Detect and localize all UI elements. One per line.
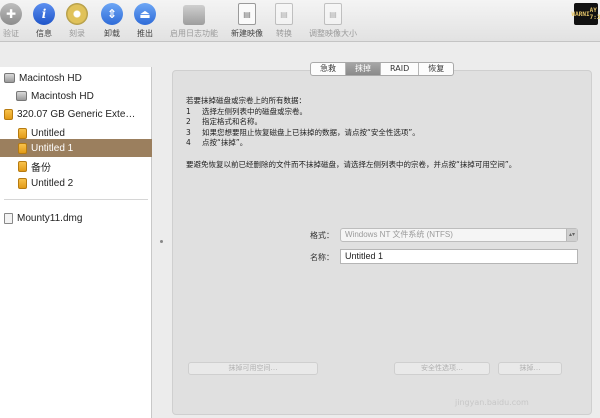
name-field[interactable]: Untitled 1 xyxy=(340,249,578,264)
convert-button[interactable]: ▤ 转换 xyxy=(265,0,303,42)
sidebar-item-mounty-dmg[interactable]: Mounty11.dmg xyxy=(0,209,152,227)
sidebar-item-label: Untitled xyxy=(31,127,65,139)
eject-button[interactable]: ⏏ 推出 xyxy=(126,0,164,42)
name-label: 名称： xyxy=(310,253,334,262)
instruction-step: 2 指定格式和名称。 xyxy=(186,117,566,128)
eject-label: 推出 xyxy=(137,29,153,38)
unmount-icon: ⇕ xyxy=(101,3,123,25)
instruction-step: 1 选择左侧列表中的磁盘或宗卷。 xyxy=(186,107,566,118)
unmount-label: 卸载 xyxy=(104,29,120,38)
log-icon-line-2: AY 7:3 xyxy=(589,7,600,21)
sidebar-item-label: 320.07 GB Generic Exte… xyxy=(17,108,136,120)
microscope-icon: ✚ xyxy=(0,3,22,25)
journal-icon xyxy=(183,5,205,25)
sidebar: Macintosh HD Macintosh HD 320.07 GB Gene… xyxy=(0,67,152,418)
log-icon-line-1: WARNI xyxy=(571,10,590,18)
burn-button[interactable]: 刻录 xyxy=(58,0,96,42)
enable-journaling-button[interactable]: 启用日志功能 xyxy=(170,0,218,42)
burn-label: 刻录 xyxy=(69,29,85,38)
instruction-step: 4 点按“抹掉”。 xyxy=(186,138,566,149)
tab-raid[interactable]: RAID xyxy=(380,63,418,75)
sidebar-item-label: Untitled 2 xyxy=(31,177,74,189)
convert-label: 转换 xyxy=(276,29,292,38)
format-select-value: Windows NT 文件系统 (NTFS) xyxy=(345,230,453,239)
tab-bar: 急救 抹掉 RAID 恢复 xyxy=(310,62,455,76)
step-number: 2 xyxy=(186,117,191,126)
step-text: 指定格式和名称。 xyxy=(202,117,262,126)
info-icon: i xyxy=(33,3,55,25)
erase-free-space-button[interactable]: 抹掉可用空间… xyxy=(188,362,318,375)
disk-image-icon xyxy=(4,212,13,224)
sidebar-item-label: 备份 xyxy=(31,162,51,174)
hard-disk-icon xyxy=(4,73,15,83)
log-console-icon: WARNI AY 7:3 xyxy=(571,3,600,25)
burn-disc-icon xyxy=(66,3,88,25)
sidebar-item-label: Macintosh HD xyxy=(31,90,94,102)
sidebar-divider xyxy=(4,199,148,200)
volume-icon xyxy=(18,160,27,172)
step-number: 3 xyxy=(186,127,191,137)
new-image-icon: ▤ xyxy=(238,3,256,25)
erase-instructions: 若要抹掉磁盘或宗卷上的所有数据： 1 选择左侧列表中的磁盘或宗卷。 2 指定格式… xyxy=(186,96,566,170)
enable-journaling-label: 启用日志功能 xyxy=(170,29,218,38)
volume-icon xyxy=(18,127,27,139)
tab-erase[interactable]: 抹掉 xyxy=(345,63,380,75)
eject-icon: ⏏ xyxy=(134,3,156,25)
format-select[interactable]: Windows NT 文件系统 (NTFS) ▴▾ xyxy=(340,228,578,242)
resize-image-icon: ▤ xyxy=(324,3,342,25)
security-options-button[interactable]: 安全性选项… xyxy=(394,362,490,375)
step-text: 点按“抹掉”。 xyxy=(202,138,248,147)
toolbar: ✚ 验证 i 信息 刻录 ⇕ 卸载 ⏏ 推出 启用日志功能 ▤ 新建映像 ▤ 转… xyxy=(0,0,600,42)
splitter-handle[interactable] xyxy=(160,240,163,243)
sidebar-item-label: Mounty11.dmg xyxy=(17,212,83,224)
sidebar-item-label: Macintosh HD xyxy=(19,72,82,84)
tab-first-aid[interactable]: 急救 xyxy=(311,63,345,75)
erase-button[interactable]: 抹掉… xyxy=(498,362,562,375)
resize-image-label: 调整映像大小 xyxy=(309,29,357,38)
convert-icon: ▤ xyxy=(275,3,293,25)
step-number: 4 xyxy=(186,138,191,147)
verify-label: 验证 xyxy=(3,29,19,38)
sidebar-item-macintosh-hd-disk[interactable]: Macintosh HD xyxy=(0,69,152,87)
volume-icon xyxy=(18,177,27,189)
instructions-note: 要避免恢复以前已经删除的文件而不抹掉磁盘，请选择左侧列表中的宗卷，并点按“抹掉可… xyxy=(186,159,517,169)
sidebar-item-external-disk[interactable]: 320.07 GB Generic Exte… xyxy=(0,105,152,123)
sidebar-item-untitled-1[interactable]: Untitled 1 xyxy=(0,139,152,157)
new-image-label: 新建映像 xyxy=(231,29,263,38)
instructions-intro: 若要抹掉磁盘或宗卷上的所有数据： xyxy=(186,96,306,105)
resize-image-button[interactable]: ▤ 调整映像大小 xyxy=(308,0,358,42)
sidebar-item-untitled-2[interactable]: Untitled 2 xyxy=(0,174,152,192)
chevron-updown-icon: ▴▾ xyxy=(566,229,577,241)
volume-icon xyxy=(18,142,27,154)
watermark: jingyan.baidu.com xyxy=(455,398,529,407)
step-number: 1 xyxy=(186,106,191,116)
step-text: 选择左侧列表中的磁盘或宗卷。 xyxy=(202,106,307,116)
tab-restore[interactable]: 恢复 xyxy=(418,63,453,75)
new-image-button[interactable]: ▤ 新建映像 xyxy=(228,0,266,42)
external-drive-icon xyxy=(4,108,13,120)
hard-disk-icon xyxy=(16,91,27,101)
info-label: 信息 xyxy=(36,29,52,38)
sidebar-item-label: Untitled 1 xyxy=(31,142,74,154)
instruction-step: 3 如果您想要阻止恢复磁盘上已抹掉的数据，请点按“安全性选项”。 xyxy=(186,128,566,139)
step-text: 如果您想要阻止恢复磁盘上已抹掉的数据，请点按“安全性选项”。 xyxy=(202,127,420,137)
format-label: 格式： xyxy=(310,231,334,240)
log-button[interactable]: WARNI AY 7:3 xyxy=(572,0,600,42)
sidebar-item-macintosh-hd-volume[interactable]: Macintosh HD xyxy=(0,87,152,105)
sidebar-item-backup[interactable]: 备份 xyxy=(0,157,152,175)
